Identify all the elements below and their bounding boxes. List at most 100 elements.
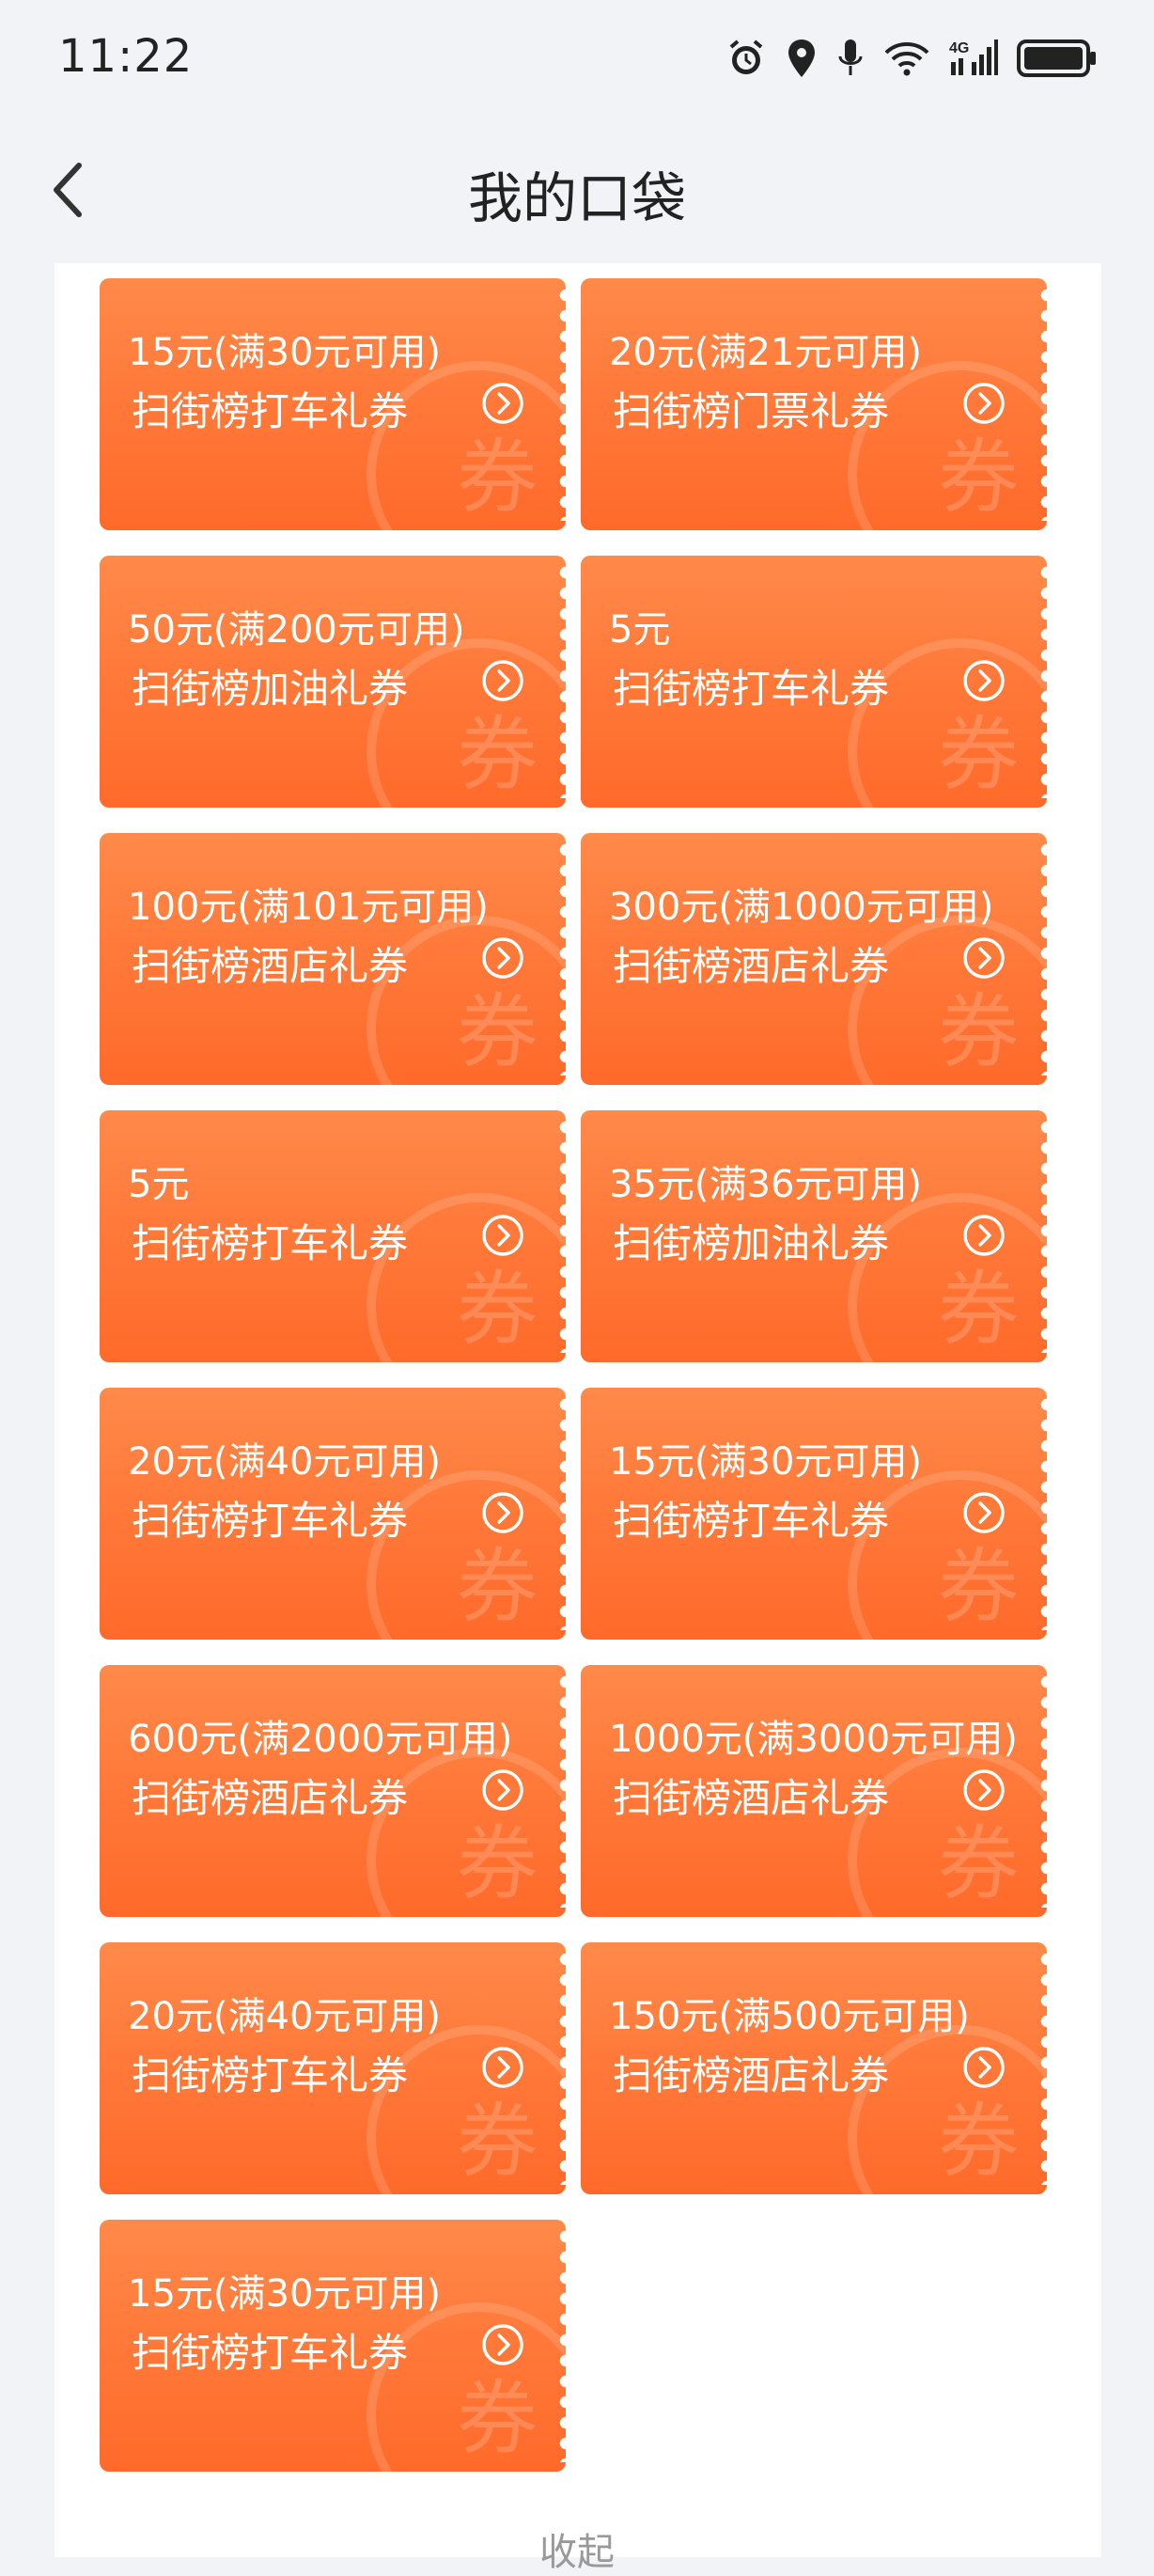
signal-4g-icon: 4G xyxy=(949,39,998,75)
alarm-icon xyxy=(729,39,763,74)
coupon-amount: 50元(满200元可用) xyxy=(128,608,465,652)
status-time: 11:22 xyxy=(58,30,194,83)
coupon-amount: 20元(满40元可用) xyxy=(128,1440,442,1484)
coupon-perforation xyxy=(558,1674,566,1908)
coupon-card[interactable]: 券 600元(满2000元可用) 扫街榜酒店礼券 xyxy=(100,1665,566,1917)
coupon-watermark: 券 xyxy=(457,2095,538,2189)
coupon-watermark: 券 xyxy=(938,708,1019,802)
svg-text:4G: 4G xyxy=(949,40,969,56)
coupon-amount: 20元(满40元可用) xyxy=(128,1995,442,2038)
collapse-button[interactable]: 收起 xyxy=(0,2521,1154,2576)
coupon-card[interactable]: 券 50元(满200元可用) 扫街榜加油礼券 xyxy=(100,556,566,808)
coupon-card[interactable]: 券 35元(满36元可用) 扫街榜加油礼券 xyxy=(581,1110,1047,1362)
page-title: 我的口袋 xyxy=(467,166,686,230)
coupon-amount: 600元(满2000元可用) xyxy=(128,1718,513,1761)
coupon-card[interactable]: 券 20元(满40元可用) 扫街榜打车礼券 xyxy=(100,1942,566,2194)
coupon-name: 扫街榜加油礼券 xyxy=(132,666,409,712)
coupon-card[interactable]: 券 5元 扫街榜打车礼券 xyxy=(581,556,1047,808)
coupon-watermark: 券 xyxy=(457,431,538,525)
status-icons: 4G xyxy=(725,34,1098,83)
coupon-name: 扫街榜酒店礼券 xyxy=(132,1775,409,1821)
coupon-name: 扫街榜打车礼券 xyxy=(132,1220,409,1266)
coupon-watermark: 券 xyxy=(457,985,538,1079)
coupon-name: 扫街榜打车礼券 xyxy=(132,1498,409,1544)
coupon-amount: 5元 xyxy=(609,608,671,652)
coupon-name: 扫街榜门票礼券 xyxy=(613,388,890,434)
chevron-right-circle-icon[interactable] xyxy=(481,659,524,702)
microphone-icon xyxy=(838,39,863,75)
coupon-perforation xyxy=(1039,1952,1047,2185)
coupon-perforation xyxy=(1039,288,1047,521)
location-icon xyxy=(788,39,815,77)
coupon-watermark: 券 xyxy=(938,1540,1019,1634)
chevron-right-circle-icon[interactable] xyxy=(481,2046,524,2089)
coupon-amount: 20元(满21元可用) xyxy=(609,331,923,374)
coupon-name: 扫街榜加油礼券 xyxy=(613,1220,890,1266)
coupon-perforation xyxy=(558,1952,566,2185)
coupon-watermark: 券 xyxy=(938,985,1019,1079)
chevron-right-circle-icon[interactable] xyxy=(962,2046,1006,2089)
coupon-card[interactable]: 券 100元(满101元可用) 扫街榜酒店礼券 xyxy=(100,833,566,1085)
coupon-card[interactable]: 券 15元(满30元可用) 扫街榜打车礼券 xyxy=(100,2220,566,2472)
coupon-card[interactable]: 券 15元(满30元可用) 扫街榜打车礼券 xyxy=(581,1388,1047,1640)
coupon-watermark: 券 xyxy=(457,1540,538,1634)
coupon-amount: 15元(满30元可用) xyxy=(128,2272,442,2316)
coupon-card[interactable]: 券 150元(满500元可用) 扫街榜酒店礼券 xyxy=(581,1942,1047,2194)
coupon-perforation xyxy=(1039,1397,1047,1630)
coupon-perforation xyxy=(1039,1674,1047,1908)
coupon-card[interactable]: 券 20元(满40元可用) 扫街榜打车礼券 xyxy=(100,1388,566,1640)
coupon-amount: 300元(满1000元可用) xyxy=(609,886,994,929)
coupon-amount: 150元(满500元可用) xyxy=(609,1995,970,2038)
chevron-right-circle-icon[interactable] xyxy=(962,1491,1006,1534)
coupon-perforation xyxy=(1039,565,1047,798)
coupon-card[interactable]: 券 1000元(满3000元可用) 扫街榜酒店礼券 xyxy=(581,1665,1047,1917)
coupon-name: 扫街榜打车礼券 xyxy=(132,388,409,434)
coupon-amount: 35元(满36元可用) xyxy=(609,1163,923,1206)
coupon-watermark: 券 xyxy=(938,1817,1019,1911)
coupon-name: 扫街榜打车礼券 xyxy=(613,1498,890,1544)
coupon-perforation xyxy=(1039,1120,1047,1353)
coupon-perforation xyxy=(558,2229,566,2462)
coupon-watermark: 券 xyxy=(457,708,538,802)
chevron-right-circle-icon[interactable] xyxy=(962,1768,1006,1812)
chevron-right-circle-icon[interactable] xyxy=(962,1214,1006,1257)
chevron-right-circle-icon[interactable] xyxy=(481,2323,524,2366)
coupon-perforation xyxy=(558,1120,566,1353)
battery-icon xyxy=(1017,39,1096,77)
coupon-card[interactable]: 券 300元(满1000元可用) 扫街榜酒店礼券 xyxy=(581,833,1047,1085)
coupon-perforation xyxy=(558,288,566,521)
coupon-amount: 15元(满30元可用) xyxy=(609,1440,923,1484)
coupon-watermark: 券 xyxy=(938,2095,1019,2189)
coupon-perforation xyxy=(1039,842,1047,1076)
coupon-watermark: 券 xyxy=(457,2372,538,2466)
coupon-perforation xyxy=(558,565,566,798)
coupon-amount: 1000元(满3000元可用) xyxy=(609,1718,1018,1761)
coupon-name: 扫街榜酒店礼券 xyxy=(132,943,409,989)
coupon-amount: 5元 xyxy=(128,1163,190,1206)
coupon-name: 扫街榜打车礼券 xyxy=(132,2052,409,2098)
chevron-right-circle-icon[interactable] xyxy=(481,1768,524,1812)
coupon-name: 扫街榜酒店礼券 xyxy=(613,1775,890,1821)
chevron-right-circle-icon[interactable] xyxy=(481,936,524,980)
status-bar: 11:22 4G xyxy=(0,0,1154,117)
coupon-name: 扫街榜酒店礼券 xyxy=(613,943,890,989)
coupon-watermark: 券 xyxy=(938,1263,1019,1357)
nav-bar: 我的口袋 xyxy=(0,117,1154,263)
coupon-name: 扫街榜打车礼券 xyxy=(132,2330,409,2376)
coupon-card[interactable]: 券 20元(满21元可用) 扫街榜门票礼券 xyxy=(581,278,1047,530)
coupon-amount: 100元(满101元可用) xyxy=(128,886,489,929)
chevron-right-circle-icon[interactable] xyxy=(962,936,1006,980)
coupon-perforation xyxy=(558,842,566,1076)
coupon-amount: 15元(满30元可用) xyxy=(128,331,442,374)
coupon-watermark: 券 xyxy=(457,1817,538,1911)
coupon-watermark: 券 xyxy=(457,1263,538,1357)
chevron-right-circle-icon[interactable] xyxy=(962,659,1006,702)
wifi-icon xyxy=(884,42,929,76)
chevron-right-circle-icon[interactable] xyxy=(962,382,1006,425)
coupon-watermark: 券 xyxy=(938,431,1019,525)
chevron-right-circle-icon[interactable] xyxy=(481,1491,524,1534)
chevron-right-circle-icon[interactable] xyxy=(481,382,524,425)
chevron-right-circle-icon[interactable] xyxy=(481,1214,524,1257)
coupon-card[interactable]: 券 5元 扫街榜打车礼券 xyxy=(100,1110,566,1362)
coupon-card[interactable]: 券 15元(满30元可用) 扫街榜打车礼券 xyxy=(100,278,566,530)
